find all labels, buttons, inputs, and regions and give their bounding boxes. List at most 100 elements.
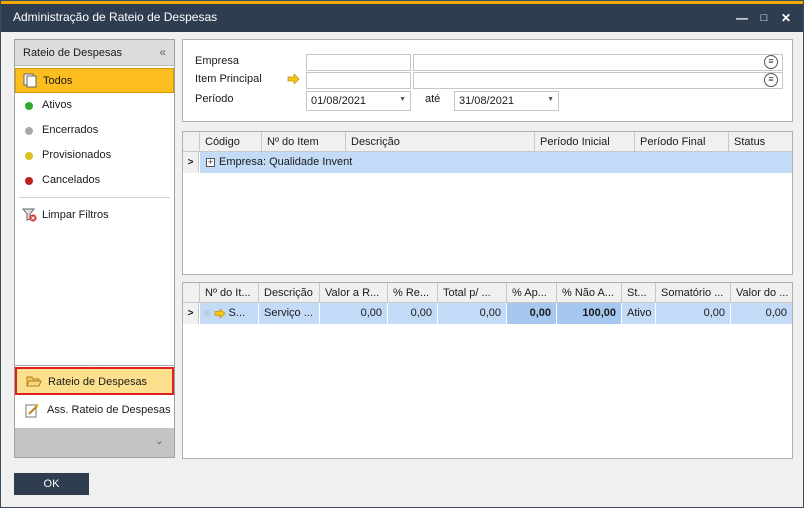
column-header[interactable]: % Não A... (556, 283, 621, 303)
column-header[interactable]: Nº do Item (261, 132, 345, 152)
item-number: S... (228, 307, 246, 319)
date-from-value: 01/08/2021 (311, 95, 367, 107)
table-cell[interactable]: 100,00 (556, 303, 621, 324)
minimize-icon[interactable]: — (732, 8, 752, 28)
clear-filter-icon (22, 208, 37, 222)
item-name-input[interactable] (413, 72, 783, 89)
table-cell[interactable]: Ativo (621, 303, 655, 324)
ok-button[interactable]: OK (14, 473, 89, 495)
date-to-value: 31/08/2021 (459, 95, 515, 107)
filter-encerrados[interactable]: Encerrados (15, 118, 174, 143)
link-arrow-icon[interactable] (214, 307, 226, 319)
ate-label: até (425, 93, 441, 105)
clear-filters-button[interactable]: Limpar Filtros (15, 203, 174, 228)
filter-box: Empresa ≡ Item Principal ≡ Período 01/08… (182, 39, 793, 122)
table-cell[interactable]: Serviço ... (258, 303, 319, 324)
folder-open-icon (26, 376, 42, 387)
column-header[interactable]: % Re... (387, 283, 437, 303)
dropdown-arrow-icon: ▼ (547, 96, 554, 103)
clear-filters-label: Limpar Filtros (42, 209, 109, 221)
left-panel-title: Rateio de Despesas (23, 47, 123, 59)
window-title: Administração de Rateio de Despesas (13, 10, 218, 24)
periodo-label: Período (195, 93, 234, 105)
content-area: Rateio de Despesas « Todos Ativos Encerr… (13, 39, 793, 459)
filter-ativos-label: Ativos (42, 99, 72, 111)
column-header[interactable]: Valor a R... (319, 283, 387, 303)
expand-icon: ⊞ (203, 308, 211, 318)
rateio-grid: Código Nº do Item Descrição Período Inic… (182, 131, 793, 275)
nav-ass-rateio-label: Ass. Rateio de Despesas (47, 404, 171, 416)
column-header[interactable]: Descrição (258, 283, 319, 303)
yellow-dot-icon (25, 152, 33, 160)
table-cell[interactable]: 0,00 (437, 303, 506, 324)
nav-rateio-despesas-label: Rateio de Despesas (48, 376, 148, 388)
empresa-label: Empresa (195, 55, 240, 67)
group-row-label: Empresa: Qualidade Invent (219, 156, 353, 168)
list-icon[interactable]: ≡ (764, 73, 778, 87)
items-grid: Nº do It... Descrição Valor a R... % Re.… (182, 282, 793, 459)
maximize-icon[interactable]: □ (754, 8, 774, 28)
nav-rateio-despesas[interactable]: Rateio de Despesas (15, 367, 174, 395)
column-header[interactable]: Período Inicial (534, 132, 634, 152)
column-header[interactable]: Descrição (345, 132, 534, 152)
date-from-select[interactable]: 01/08/2021 ▼ (306, 91, 411, 111)
left-panel-header: Rateio de Despesas « (15, 40, 174, 66)
table-cell[interactable]: 0,00 (730, 303, 792, 324)
gray-dot-icon (25, 127, 33, 135)
main-window: Administração de Rateio de Despesas — □ … (0, 0, 804, 508)
row-pointer-icon: > (183, 152, 199, 173)
chevron-down-icon[interactable]: ⌄ (155, 434, 164, 447)
empresa-name-input[interactable] (413, 54, 783, 71)
filter-todos[interactable]: Todos (15, 68, 174, 93)
table-row[interactable]: > ⊞ S... Serviço ... 0,00 0,00 0,00 0,00 … (183, 303, 792, 324)
table-cell[interactable]: ⊞ S... (199, 303, 258, 324)
title-bar: Administração de Rateio de Despesas — □ … (1, 4, 803, 32)
column-header[interactable]: Status (728, 132, 792, 152)
dropdown-arrow-icon: ▼ (399, 96, 406, 103)
column-header[interactable]: Somatório ... (655, 283, 730, 303)
column-header[interactable]: St... (621, 283, 655, 303)
left-panel: Rateio de Despesas « Todos Ativos Encerr… (14, 39, 175, 458)
wizard-icon (25, 403, 39, 418)
row-pointer-icon: > (183, 303, 199, 324)
filter-cancelados-label: Cancelados (42, 174, 101, 186)
list-icon[interactable]: ≡ (764, 55, 778, 69)
separator (19, 197, 170, 198)
nav-ass-rateio-despesas[interactable]: Ass. Rateio de Despesas (15, 397, 174, 425)
table-cell[interactable]: 0,00 (506, 303, 556, 324)
item-code-input[interactable] (306, 72, 411, 89)
column-header[interactable]: Valor do ... (730, 283, 792, 303)
table-cell[interactable]: 0,00 (319, 303, 387, 324)
column-header[interactable]: % Ap... (506, 283, 556, 303)
column-header[interactable]: Nº do It... (199, 283, 258, 303)
item-principal-label: Item Principal (195, 73, 262, 85)
table-cell[interactable]: 0,00 (655, 303, 730, 324)
filter-provisionados-label: Provisionados (42, 149, 112, 161)
filter-provisionados[interactable]: Provisionados (15, 143, 174, 168)
filter-encerrados-label: Encerrados (42, 124, 99, 136)
filter-todos-label: Todos (43, 75, 73, 87)
green-dot-icon (25, 102, 33, 110)
row-selector-header (183, 283, 199, 303)
table-cell[interactable]: 0,00 (387, 303, 437, 324)
documents-icon (23, 73, 37, 88)
close-icon[interactable]: ✕ (776, 8, 796, 28)
column-header[interactable]: Total p/ ... (437, 283, 506, 303)
empresa-code-input[interactable] (306, 54, 411, 71)
date-to-select[interactable]: 31/08/2021 ▼ (454, 91, 559, 111)
collapse-icon[interactable]: « (159, 45, 166, 59)
grid-header: Código Nº do Item Descrição Período Inic… (183, 132, 792, 152)
left-panel-footer: ⌄ (15, 428, 174, 457)
expand-icon[interactable]: + (206, 157, 215, 167)
filter-cancelados[interactable]: Cancelados (15, 168, 174, 193)
filter-ativos[interactable]: Ativos (15, 93, 174, 118)
red-dot-icon (25, 177, 33, 185)
group-row[interactable]: + Empresa: Qualidade Invent (199, 152, 792, 173)
row-selector-header (183, 132, 199, 152)
column-header[interactable]: Código (199, 132, 261, 152)
table-row[interactable]: > + Empresa: Qualidade Invent (183, 152, 792, 173)
link-arrow-icon[interactable] (287, 74, 300, 84)
grid-header: Nº do It... Descrição Valor a R... % Re.… (183, 283, 792, 303)
column-header[interactable]: Período Final (634, 132, 728, 152)
separator (15, 365, 174, 366)
